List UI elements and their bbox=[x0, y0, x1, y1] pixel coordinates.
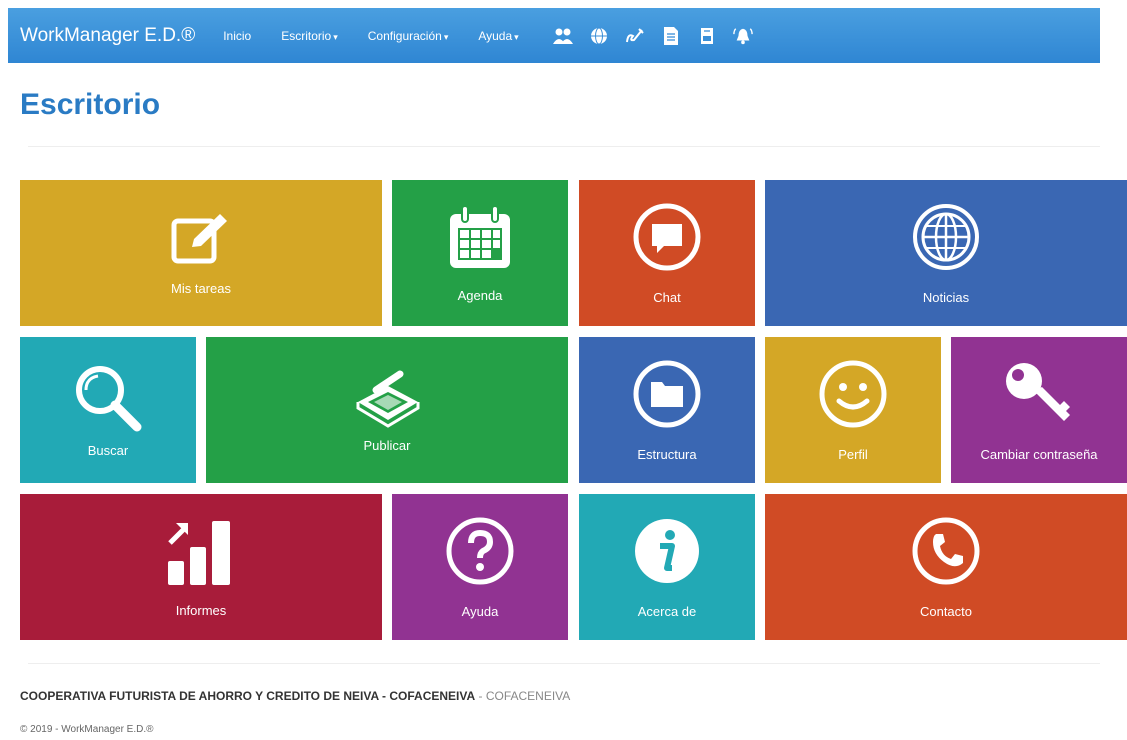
caret-down-icon: ▾ bbox=[443, 31, 449, 42]
tile-label: Publicar bbox=[363, 437, 411, 453]
info-icon bbox=[632, 516, 702, 586]
tile-buscar[interactable]: Buscar bbox=[20, 337, 196, 483]
help-icon bbox=[445, 516, 515, 586]
tile-label: Chat bbox=[653, 289, 681, 305]
tile-mis-tareas[interactable]: Mis tareas bbox=[20, 180, 382, 326]
tile-label: Ayuda bbox=[461, 603, 499, 619]
scanner-icon bbox=[352, 368, 422, 428]
sign-icon[interactable] bbox=[625, 26, 645, 46]
phone-icon bbox=[911, 516, 981, 586]
tile-noticias[interactable]: Noticias bbox=[765, 180, 1127, 326]
tile-label: Informes bbox=[175, 602, 227, 618]
tile-label: Perfil bbox=[838, 446, 868, 462]
tile-publicar[interactable]: Publicar bbox=[206, 337, 568, 483]
footer-org-short: - COFACENEIVA bbox=[475, 689, 571, 703]
tile-label: Buscar bbox=[87, 442, 129, 458]
nav-configuracion-label: Configuración bbox=[367, 28, 442, 43]
archive-icon[interactable] bbox=[697, 26, 717, 46]
folder-icon bbox=[632, 359, 702, 429]
top-navbar: WorkManager E.D.® Inicio Escritorio ▾ Con… bbox=[8, 8, 1100, 63]
tile-contacto[interactable]: Contacto bbox=[765, 494, 1127, 640]
tile-label: Noticias bbox=[922, 289, 970, 305]
nav-configuracion-dropdown[interactable]: Configuración ▾ bbox=[368, 29, 449, 43]
users-icon[interactable] bbox=[552, 26, 573, 46]
search-icon bbox=[73, 363, 143, 433]
title-divider bbox=[28, 146, 1100, 147]
tile-acerca-de[interactable]: Acerca de bbox=[579, 494, 755, 640]
tile-label: Acerca de bbox=[637, 603, 697, 619]
nav-escritorio-label: Escritorio bbox=[281, 28, 332, 43]
nav-inicio[interactable]: Inicio bbox=[223, 29, 251, 43]
globe-icon bbox=[911, 202, 981, 272]
nav-ayuda-dropdown[interactable]: Ayuda ▾ bbox=[478, 29, 518, 43]
footer-org-name: COOPERATIVA FUTURISTA DE AHORRO Y CREDIT… bbox=[20, 689, 476, 703]
edit-icon bbox=[170, 211, 232, 267]
nav-escritorio-dropdown[interactable]: Escritorio ▾ bbox=[281, 29, 338, 43]
footer-divider bbox=[28, 663, 1100, 664]
key-icon bbox=[1002, 359, 1076, 429]
tile-agenda[interactable]: Agenda bbox=[392, 180, 568, 326]
tile-estructura[interactable]: Estructura bbox=[579, 337, 755, 483]
caret-down-icon: ▾ bbox=[514, 31, 519, 42]
brand-link[interactable]: WorkManager E.D.® bbox=[20, 25, 195, 47]
globe-icon[interactable] bbox=[589, 26, 609, 46]
smiley-icon bbox=[818, 359, 888, 429]
tile-label: Cambiar contraseña bbox=[980, 446, 1098, 462]
tile-label: Agenda bbox=[457, 287, 503, 303]
calendar-icon bbox=[446, 204, 514, 270]
caret-down-icon: ▾ bbox=[333, 31, 338, 42]
chat-icon bbox=[632, 202, 702, 272]
footer-copyright: © 2019 - WorkManager E.D.® bbox=[20, 724, 154, 735]
footer-organization: COOPERATIVA FUTURISTA DE AHORRO Y CREDIT… bbox=[20, 689, 570, 703]
tile-chat[interactable]: Chat bbox=[579, 180, 755, 326]
chart-icon bbox=[166, 517, 236, 585]
nav-ayuda-label: Ayuda bbox=[478, 28, 513, 43]
document-icon[interactable] bbox=[661, 26, 681, 46]
nav-icon-group bbox=[552, 26, 769, 46]
nav-inicio-label: Inicio bbox=[223, 28, 252, 43]
tile-cambiar-contrasena[interactable]: Cambiar contraseña bbox=[951, 337, 1127, 483]
tile-label: Mis tareas bbox=[171, 280, 231, 296]
tile-label: Contacto bbox=[919, 603, 973, 619]
tile-perfil[interactable]: Perfil bbox=[765, 337, 941, 483]
tile-label: Estructura bbox=[637, 446, 697, 462]
page-title: Escritorio bbox=[20, 88, 161, 121]
tile-ayuda[interactable]: Ayuda bbox=[392, 494, 568, 640]
tile-informes[interactable]: Informes bbox=[20, 494, 382, 640]
bell-icon[interactable] bbox=[732, 26, 753, 46]
